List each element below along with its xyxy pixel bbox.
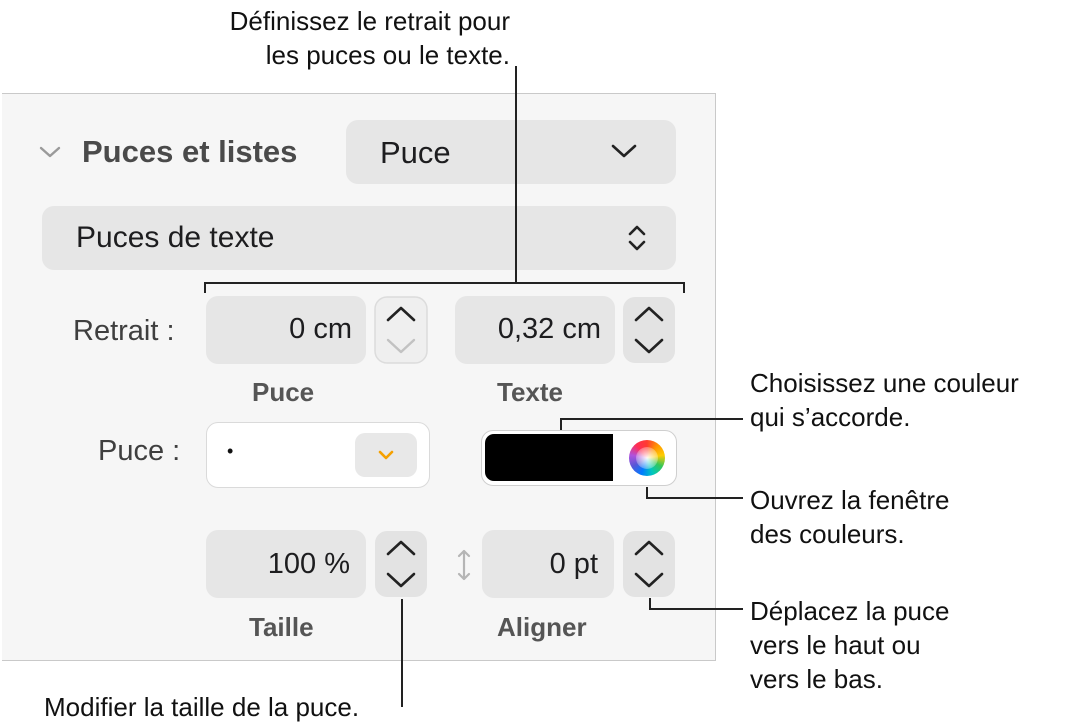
bullet-indent-stepper[interactable] xyxy=(374,296,428,364)
leader-line xyxy=(649,608,743,610)
bullet-align-caption: Aligner xyxy=(497,612,587,642)
bullet-align-field[interactable]: 0 pt xyxy=(482,530,614,598)
leader-line xyxy=(646,497,743,499)
callout-line: les puces ou le texte. xyxy=(265,40,510,70)
text-indent-field[interactable]: 0,32 cm xyxy=(455,296,615,364)
bullet-size-value: 100 % xyxy=(267,548,350,580)
color-well[interactable] xyxy=(481,430,677,486)
bullet-align-value: 0 pt xyxy=(549,548,598,580)
callout-color: Choisissez une couleur qui s’accorde. xyxy=(750,366,1019,434)
callout-line: qui s’accorde. xyxy=(750,402,911,432)
leader-line xyxy=(515,66,517,282)
up-down-chevron-icon xyxy=(626,222,648,254)
bullet-label: Puce : xyxy=(98,435,181,467)
leader-line xyxy=(560,418,562,430)
callout-size: Modifier la taille de la puce. xyxy=(44,690,359,724)
leader-line xyxy=(560,418,743,420)
bullet-size-field[interactable]: 100 % xyxy=(206,530,366,598)
callout-line: des couleurs. xyxy=(750,519,905,549)
color-swatch[interactable] xyxy=(485,434,613,481)
callout-move-bullet: Déplacez la puce vers le haut ou vers le… xyxy=(750,594,949,696)
vertical-align-icon xyxy=(456,548,472,582)
text-indent-caption: Texte xyxy=(497,377,563,407)
disclosure-chevron-icon[interactable] xyxy=(38,142,62,162)
bullet-char-dropdown[interactable] xyxy=(355,433,417,477)
section-title: Puces et listes xyxy=(82,134,298,169)
list-style-value: Puce xyxy=(380,135,451,170)
callout-line: vers le haut ou xyxy=(750,630,921,660)
callout-color-window: Ouvrez la fenêtre des couleurs. xyxy=(750,483,949,551)
callout-line: Ouvrez la fenêtre xyxy=(750,485,950,515)
callout-line: Modifier la taille de la puce. xyxy=(44,692,360,722)
callout-line: Déplacez la puce xyxy=(750,596,950,626)
callout-indent: Définissez le retrait pour les puces ou … xyxy=(177,4,510,72)
callout-line: Définissez le retrait pour xyxy=(229,6,510,36)
bullet-indent-field[interactable]: 0 cm xyxy=(206,296,366,364)
text-indent-value: 0,32 cm xyxy=(497,313,601,345)
bullet-size-caption: Taille xyxy=(249,612,314,642)
bracket-line xyxy=(683,282,685,293)
bullet-type-popup[interactable]: Puces de texte xyxy=(42,206,676,270)
chevron-down-icon xyxy=(376,448,396,462)
indent-label: Retrait : xyxy=(73,315,175,347)
leader-line xyxy=(401,599,403,707)
callout-line: Choisissez une couleur xyxy=(750,368,1019,398)
bracket-line xyxy=(204,282,685,284)
bullet-char-field[interactable]: • xyxy=(206,422,430,488)
chevron-down-icon xyxy=(610,140,638,162)
bullet-type-value: Puces de texte xyxy=(76,221,275,254)
bullet-align-stepper[interactable] xyxy=(622,530,676,598)
bullet-indent-value: 0 cm xyxy=(289,313,352,345)
color-wheel-icon[interactable] xyxy=(629,440,665,476)
bullet-char-value: • xyxy=(227,441,234,461)
bracket-line xyxy=(204,282,206,293)
callout-line: vers le bas. xyxy=(750,664,883,694)
bullet-size-stepper[interactable] xyxy=(374,530,428,598)
bullet-indent-caption: Puce xyxy=(252,377,315,407)
list-style-popup[interactable]: Puce xyxy=(346,120,676,184)
text-indent-stepper[interactable] xyxy=(622,296,676,364)
